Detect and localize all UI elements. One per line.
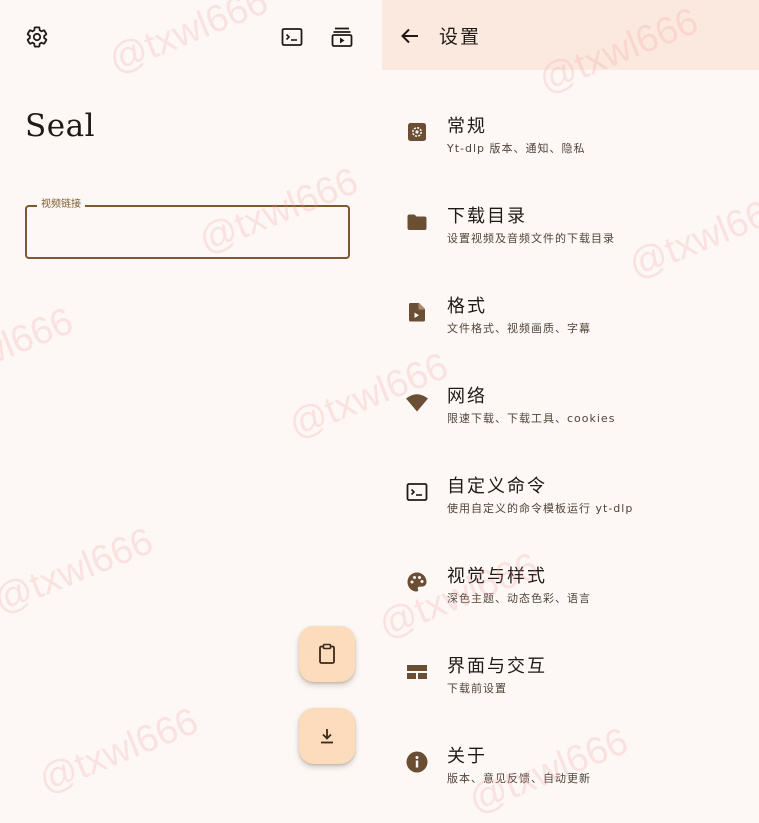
gear-icon [405, 120, 429, 144]
terminal-icon [405, 480, 429, 504]
app-title: Seal [25, 108, 95, 144]
settings-title: 设置 [439, 26, 482, 48]
settings-pane: 设置 常规 Yt-dlp 版本、通知、隐私 下载目录 设置视频及音频文件的下载目… [382, 0, 759, 800]
setting-title: 关于 [447, 746, 487, 767]
setting-title: 格式 [447, 296, 487, 317]
setting-title: 网络 [447, 386, 487, 407]
video-library-icon [330, 25, 354, 49]
setting-look-and-feel[interactable]: 视觉与样式 深色主题、动态色彩、语言 [382, 540, 759, 630]
layout-icon [405, 660, 429, 684]
setting-description: 限速下载、下载工具、cookies [447, 412, 616, 425]
back-button[interactable] [398, 24, 422, 48]
setting-title: 视觉与样式 [447, 566, 547, 587]
terminal-button[interactable] [278, 23, 306, 51]
setting-description: 深色主题、动态色彩、语言 [447, 592, 591, 605]
palette-icon [405, 570, 429, 594]
setting-custom-command[interactable]: 自定义命令 使用自定义的命令模板运行 yt-dlp [382, 450, 759, 540]
settings-header: 设置 [382, 0, 759, 70]
arrow-back-icon [398, 24, 422, 48]
setting-title: 常规 [447, 116, 487, 137]
settings-button[interactable] [23, 23, 51, 51]
download-icon [315, 724, 339, 748]
setting-format[interactable]: 格式 文件格式、视频画质、字幕 [382, 270, 759, 360]
clipboard-icon [315, 642, 339, 666]
video-url-field[interactable]: 视频链接 [25, 198, 350, 259]
setting-interface[interactable]: 界面与交互 下载前设置 [382, 630, 759, 720]
video-url-input[interactable] [37, 219, 341, 247]
setting-description: 版本、意见反馈、自动更新 [447, 772, 591, 785]
playlist-button[interactable] [328, 23, 356, 51]
file-video-icon [405, 300, 429, 324]
main-pane: Seal 视频链接 [0, 0, 382, 800]
wifi-icon [405, 390, 429, 414]
setting-about[interactable]: 关于 版本、意见反馈、自动更新 [382, 720, 759, 810]
setting-description: 下载前设置 [447, 682, 507, 695]
setting-description: 使用自定义的命令模板运行 yt-dlp [447, 502, 634, 515]
setting-description: Yt-dlp 版本、通知、隐私 [447, 142, 586, 155]
setting-description: 设置视频及音频文件的下载目录 [447, 232, 615, 245]
gear-icon [25, 25, 49, 49]
video-url-label: 视频链接 [37, 198, 85, 212]
setting-title: 下载目录 [447, 206, 527, 227]
setting-network[interactable]: 网络 限速下载、下载工具、cookies [382, 360, 759, 450]
setting-download-directory[interactable]: 下载目录 设置视频及音频文件的下载目录 [382, 180, 759, 270]
terminal-icon [280, 25, 304, 49]
setting-title: 界面与交互 [447, 656, 547, 677]
info-icon [405, 750, 429, 774]
setting-title: 自定义命令 [447, 476, 547, 497]
download-button[interactable] [299, 708, 355, 764]
paste-button[interactable] [299, 626, 355, 682]
folder-icon [405, 210, 429, 234]
setting-general[interactable]: 常规 Yt-dlp 版本、通知、隐私 [382, 90, 759, 180]
setting-description: 文件格式、视频画质、字幕 [447, 322, 591, 335]
